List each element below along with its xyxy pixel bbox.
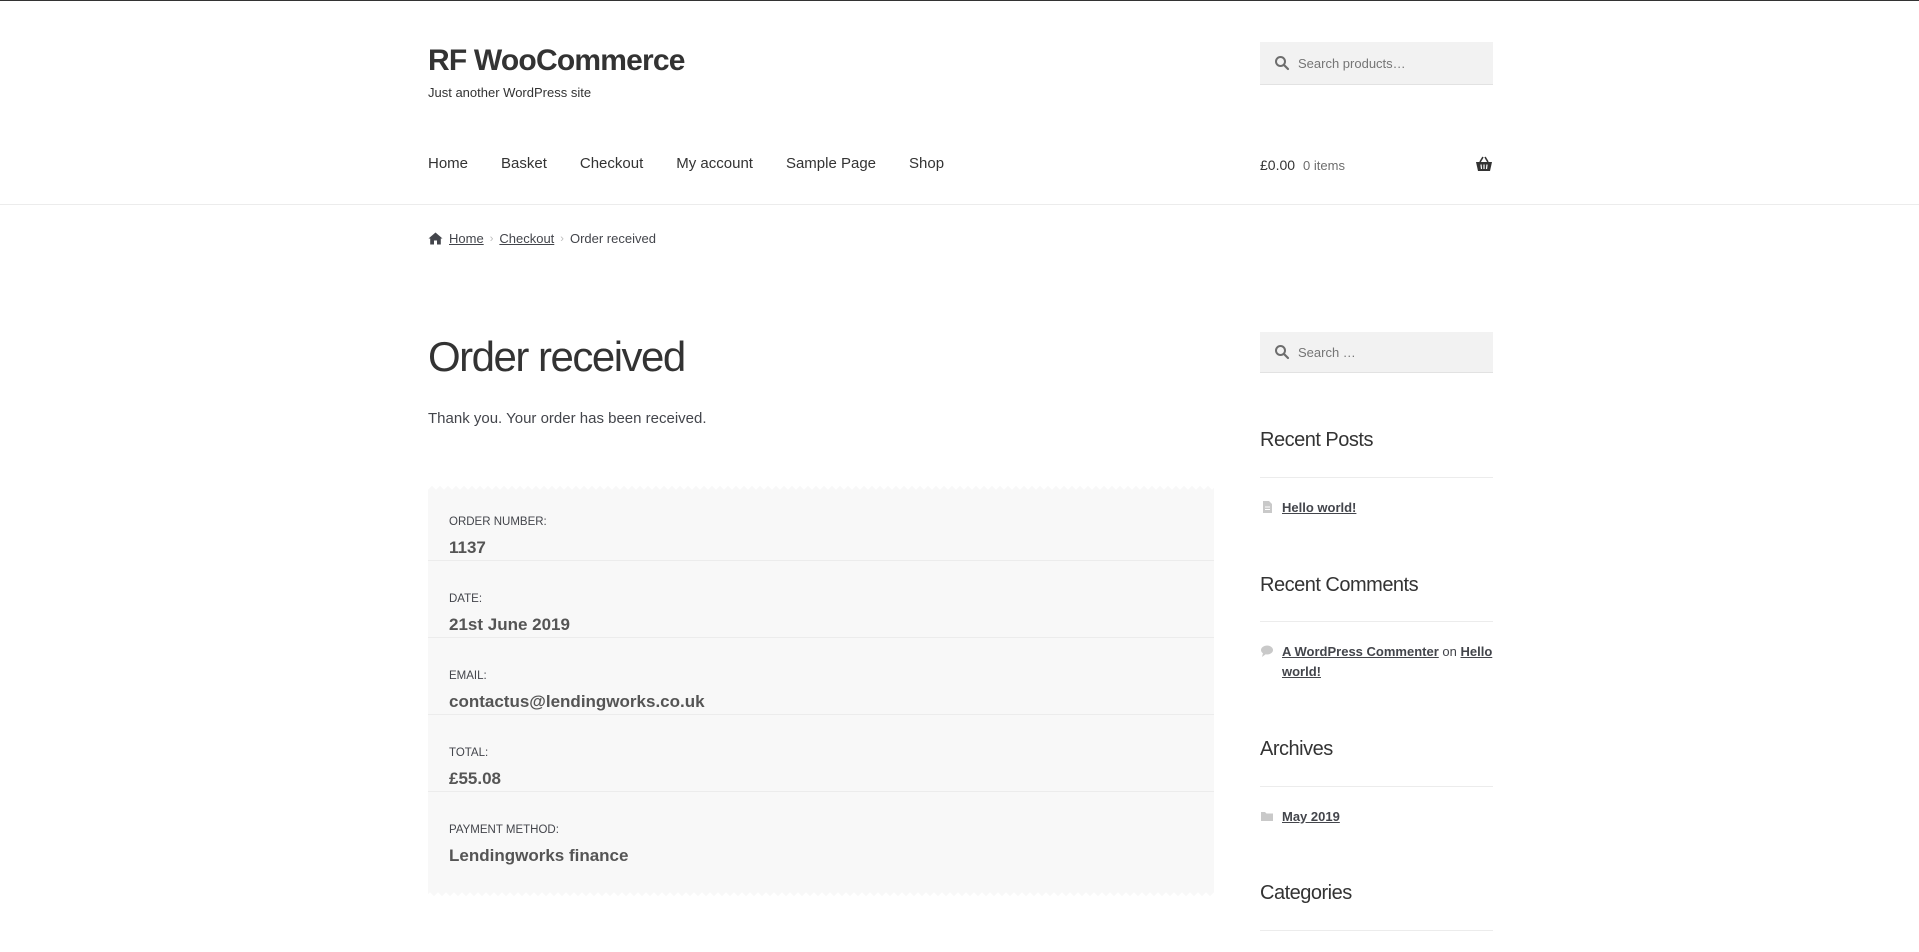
- recent-post-item: Hello world!: [1260, 498, 1493, 518]
- document-icon: [1263, 501, 1272, 513]
- site-title[interactable]: RF WooCommerce: [428, 44, 685, 78]
- cart-amount: £0.00: [1260, 157, 1296, 173]
- primary-navigation: Home Basket Checkout My account Sample P…: [428, 155, 977, 172]
- order-email-value: contactus@lendingworks.co.uk: [449, 692, 705, 711]
- order-payment-row: Payment method: Lendingworks finance: [428, 792, 1214, 869]
- site-header: RF WooCommerce Just another WordPress si…: [0, 0, 1919, 205]
- breadcrumb-separator-icon: ›: [560, 232, 564, 245]
- nav-item-home[interactable]: Home: [428, 155, 468, 172]
- breadcrumb-checkout[interactable]: Checkout: [499, 231, 554, 246]
- sidebar-search-input[interactable]: [1298, 344, 1478, 360]
- categories-title: Categories: [1260, 882, 1352, 904]
- recent-comments-title: Recent Comments: [1260, 574, 1419, 596]
- thank-you-message: Thank you. Your order has been received.: [428, 410, 707, 427]
- order-date-label: Date:: [449, 593, 483, 605]
- order-number-row: Order number: 1137: [428, 484, 1214, 561]
- page-title: Order received: [428, 333, 686, 380]
- comment-on-text: on: [1442, 644, 1457, 659]
- order-number-label: Order number:: [449, 516, 547, 528]
- cart-count: 0 items: [1303, 157, 1345, 173]
- home-icon: [428, 232, 443, 245]
- breadcrumb-home[interactable]: Home: [449, 231, 484, 246]
- archive-item: May 2019: [1260, 807, 1493, 827]
- nav-item-my-account[interactable]: My account: [676, 155, 753, 172]
- order-total-label: Total:: [449, 747, 489, 759]
- widget-divider: [1260, 786, 1493, 787]
- recent-posts-title: Recent Posts: [1260, 429, 1373, 451]
- sidebar-search-box[interactable]: [1260, 332, 1493, 373]
- order-total-row: Total: £55.08: [428, 715, 1214, 792]
- widget-divider: [1260, 930, 1493, 931]
- header-cart[interactable]: £0.00 0 items: [1260, 156, 1493, 173]
- order-number-value: 1137: [449, 538, 486, 557]
- breadcrumb: Home › Checkout › Order received: [428, 231, 656, 246]
- search-icon: [1275, 56, 1290, 71]
- basket-icon: [1476, 156, 1492, 171]
- widget-divider: [1260, 477, 1493, 478]
- folder-icon: [1261, 812, 1273, 821]
- search-icon: [1275, 345, 1290, 360]
- order-overview: Order number: 1137 Date: 21st June 2019 …: [428, 484, 1214, 898]
- comment-author-link[interactable]: A WordPress Commenter: [1282, 644, 1439, 659]
- nav-item-sample-page[interactable]: Sample Page: [786, 155, 876, 172]
- product-search-input[interactable]: [1298, 55, 1478, 71]
- order-total-value: £55.08: [449, 769, 501, 788]
- order-date-value: 21st June 2019: [449, 615, 570, 634]
- comment-icon: [1261, 645, 1273, 657]
- recent-comment-text: A WordPress Commenter on Hello world!: [1282, 642, 1493, 682]
- archive-link[interactable]: May 2019: [1282, 807, 1340, 827]
- order-email-row: Email: contactus@lendingworks.co.uk: [428, 638, 1214, 715]
- order-payment-label: Payment method:: [449, 824, 559, 836]
- site-tagline: Just another WordPress site: [428, 85, 592, 100]
- nav-item-shop[interactable]: Shop: [909, 155, 944, 172]
- product-search-box[interactable]: [1260, 42, 1493, 85]
- widget-divider: [1260, 621, 1493, 622]
- archives-title: Archives: [1260, 738, 1333, 760]
- breadcrumb-separator-icon: ›: [489, 232, 494, 245]
- nav-item-checkout[interactable]: Checkout: [580, 155, 643, 172]
- order-payment-value: Lendingworks finance: [449, 846, 629, 865]
- recent-post-link[interactable]: Hello world!: [1282, 498, 1356, 518]
- order-date-row: Date: 21st June 2019: [428, 561, 1214, 638]
- breadcrumb-current: Order received: [569, 231, 656, 246]
- nav-item-basket[interactable]: Basket: [501, 155, 547, 172]
- order-email-label: Email:: [449, 670, 487, 682]
- recent-comment-item: A WordPress Commenter on Hello world!: [1260, 642, 1493, 682]
